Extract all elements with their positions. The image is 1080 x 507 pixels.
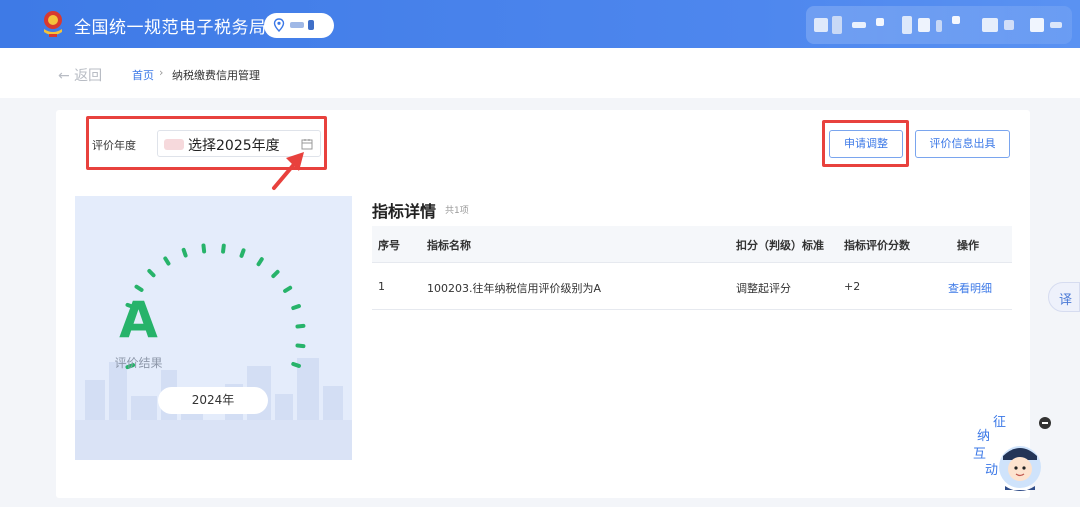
column-header-action: 操作 [957,239,979,252]
redacted-block [936,20,942,32]
column-header-name: 指标名称 [427,239,471,252]
gauge-dot [271,269,280,279]
credit-grade: A [119,291,158,349]
table-header: 序号 指标名称 扣分（判级）标准 指标评价分数 操作 [372,226,1012,263]
redacted-block [902,16,912,34]
apply-adjust-button[interactable]: 申请调整 [829,130,903,158]
gauge-dot [239,248,246,258]
gauge-dot [295,343,306,349]
gauge-dot [283,285,293,293]
assistant-char-1: 征 [993,415,1006,430]
redacted-block [918,18,930,32]
gauge-dot [256,257,264,267]
back-button[interactable]: ← 返回 [58,65,102,85]
site-title: 全国统一规范电子税务局 [74,18,267,38]
column-header-score: 指标评价分数 [844,239,910,252]
redacted-block [982,18,998,32]
user-info-redacted[interactable] [806,6,1072,44]
assistant-char-2: 纳 [977,429,990,444]
top-bar: 全国统一规范电子税务局 [0,0,1080,48]
column-header-standard: 扣分（判级）标准 [736,239,824,252]
cell-standard: 调整起评分 [736,282,791,295]
location-pin-icon [273,18,285,32]
detail-count: 共1项 [445,206,469,216]
credit-year-badge: 2024年 [158,387,268,414]
redacted-block [1050,22,1062,28]
redacted-block [1030,18,1044,32]
redacted-block [1004,20,1014,30]
view-detail-link[interactable]: 查看明细 [948,280,992,296]
gauge-dot [181,247,188,258]
gauge-dot [291,304,301,311]
redacted-block [952,16,960,24]
redacted-block [852,22,866,28]
cell-name: 100203.往年纳税信用评价级别为A [427,282,602,295]
detail-title: 指标详情 [372,202,437,221]
assistant-char-4: 动 [985,463,998,478]
credit-grade-caption: 评价结果 [114,356,163,370]
breadcrumb-home-link[interactable]: 首页 [132,67,154,83]
redacted-block [832,16,842,34]
breadcrumb-bar: ← 返回 首页 › 纳税缴费信用管理 [0,48,1080,98]
issue-report-button[interactable]: 评价信息出具 [915,130,1010,158]
gauge-dot [134,284,144,292]
breadcrumb-current: 纳税缴费信用管理 [172,69,260,82]
column-header-no: 序号 [378,239,400,252]
location-selector[interactable] [264,13,334,38]
redacted-location-2 [308,20,314,30]
gauge-dot [147,268,156,278]
redacted-location [290,22,304,28]
gauge-dot [295,323,306,329]
breadcrumb-separator: › [159,66,164,79]
table-row: 1 100203.往年纳税信用评价级别为A 调整起评分 +2 查看明细 [372,263,1012,310]
cell-no: 1 [378,280,385,293]
gauge-dot [163,256,171,266]
cell-score: +2 [844,280,861,293]
translate-label: 译 [1059,293,1073,308]
assistant-close-icon[interactable] [1039,417,1051,429]
annotation-arrow-icon [272,152,304,190]
gauge-dot [201,243,207,254]
redacted-block [814,18,828,32]
assistant-char-3: 互 [973,447,986,462]
tax-emblem-icon [44,11,62,37]
redacted-block [876,18,884,26]
gauge-dot [221,243,226,254]
translate-button[interactable]: 译 [1048,282,1080,312]
gauge-dot [291,361,301,368]
